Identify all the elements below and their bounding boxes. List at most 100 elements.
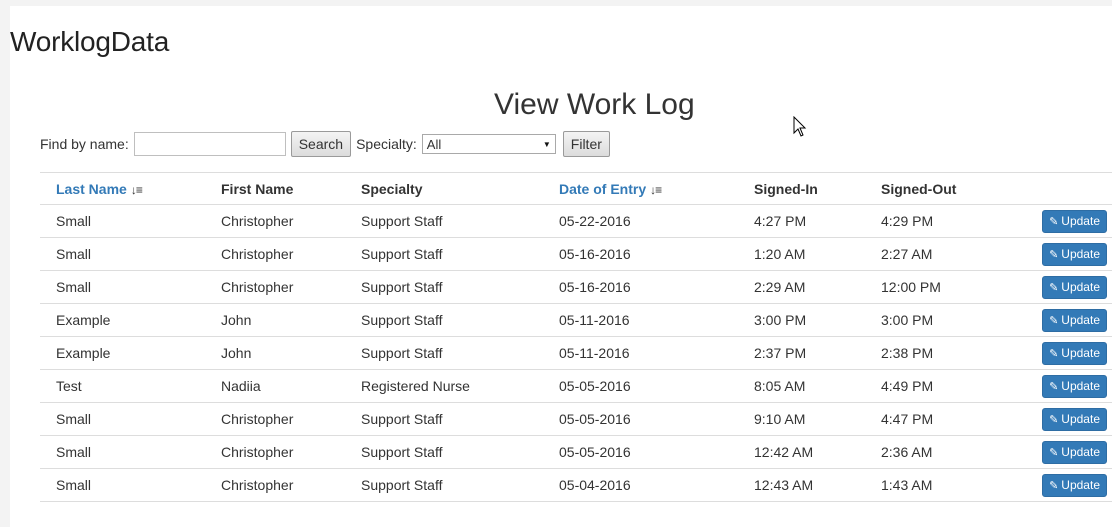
update-label: Update: [1061, 346, 1100, 360]
cell-specialty: Support Staff: [345, 303, 543, 337]
cell-first-name: John: [205, 336, 345, 370]
cell-specialty: Support Staff: [345, 336, 543, 370]
update-label: Update: [1061, 478, 1100, 492]
cell-actions: ✎ Update: [1005, 402, 1112, 436]
pencil-icon: ✎: [1049, 413, 1059, 426]
cell-last-name: Small: [40, 204, 205, 238]
cell-actions: ✎ Update: [1005, 336, 1112, 370]
cell-signed-out: 4:49 PM: [865, 369, 1005, 403]
pencil-icon: ✎: [1049, 380, 1059, 393]
table-row: Example John Support Staff 05-11-2016 3:00 P…: [40, 303, 1112, 337]
cell-first-name: Christopher: [205, 204, 345, 238]
update-label: Update: [1061, 379, 1100, 393]
cell-signed-in: 3:00 PM: [738, 303, 865, 337]
pencil-icon: ✎: [1049, 479, 1059, 492]
brand-title[interactable]: WorklogData: [10, 26, 169, 58]
cell-signed-in: 8:05 AM: [738, 369, 865, 403]
cell-first-name: Christopher: [205, 270, 345, 304]
sort-descending-icon: ↓≡: [650, 182, 662, 197]
cell-actions: ✎ Update: [1005, 369, 1112, 403]
table-header-row: Last Name ↓≡ First Name Specialty Date of…: [40, 172, 1112, 205]
cell-first-name: Christopher: [205, 402, 345, 436]
cell-actions: ✎ Update: [1005, 303, 1112, 337]
pencil-icon: ✎: [1049, 281, 1059, 294]
table-row: Small Christopher Support Staff 05-16-2016 2…: [40, 270, 1112, 304]
column-header-signed-out: Signed-Out: [865, 172, 1005, 205]
cell-signed-out: 12:00 PM: [865, 270, 1005, 304]
table-row: Example John Support Staff 05-11-2016 2:37 P…: [40, 336, 1112, 370]
table-row: Small Christopher Support Staff 05-05-2016 9…: [40, 402, 1112, 436]
cell-date: 05-05-2016: [543, 402, 738, 436]
pencil-icon: ✎: [1049, 248, 1059, 261]
sort-descending-icon: ↓≡: [130, 182, 143, 197]
cell-first-name: Christopher: [205, 435, 345, 469]
update-label: Update: [1061, 412, 1100, 426]
cell-signed-in: 2:37 PM: [738, 336, 865, 370]
cell-last-name: Small: [40, 468, 205, 502]
filter-bar: Find by name: Search Specialty: All ▼ Fi…: [40, 131, 615, 157]
update-button[interactable]: ✎ Update: [1042, 275, 1107, 299]
cell-specialty: Support Staff: [345, 237, 543, 271]
update-button[interactable]: ✎ Update: [1042, 473, 1107, 497]
cell-signed-out: 4:29 PM: [865, 204, 1005, 238]
cell-signed-out: 2:27 AM: [865, 237, 1005, 271]
cell-signed-in: 2:29 AM: [738, 270, 865, 304]
cell-date: 05-16-2016: [543, 270, 738, 304]
table-row: Small Christopher Support Staff 05-05-2016 1…: [40, 435, 1112, 469]
cell-date: 05-05-2016: [543, 369, 738, 403]
column-header-first-name: First Name: [205, 172, 345, 205]
cell-specialty: Support Staff: [345, 468, 543, 502]
update-button[interactable]: ✎ Update: [1042, 440, 1107, 464]
update-button[interactable]: ✎ Update: [1042, 209, 1107, 233]
specialty-label: Specialty:: [356, 136, 417, 152]
cell-last-name: Small: [40, 237, 205, 271]
cell-first-name: Nadiia: [205, 369, 345, 403]
cell-date: 05-22-2016: [543, 204, 738, 238]
page-container: WorklogData View Work Log Find by name: …: [10, 6, 1112, 527]
cell-signed-in: 1:20 AM: [738, 237, 865, 271]
filter-button[interactable]: Filter: [562, 131, 610, 157]
specialty-select[interactable]: All ▼: [421, 134, 556, 154]
column-header-specialty: Specialty: [345, 172, 543, 205]
update-button[interactable]: ✎ Update: [1042, 341, 1107, 365]
pencil-icon: ✎: [1049, 215, 1059, 228]
cell-date: 05-11-2016: [543, 336, 738, 370]
cell-signed-out: 2:36 AM: [865, 435, 1005, 469]
name-search-input[interactable]: [133, 132, 286, 156]
cell-last-name: Test: [40, 369, 205, 403]
cell-date: 05-11-2016: [543, 303, 738, 337]
cell-last-name: Example: [40, 303, 205, 337]
update-label: Update: [1061, 247, 1100, 261]
specialty-selected-value: All: [426, 136, 442, 152]
worklog-table: Last Name ↓≡ First Name Specialty Date of…: [40, 172, 1112, 502]
find-by-name-label: Find by name:: [40, 136, 129, 152]
cell-last-name: Small: [40, 435, 205, 469]
update-label: Update: [1061, 445, 1100, 459]
cell-last-name: Small: [40, 270, 205, 304]
cell-specialty: Support Staff: [345, 435, 543, 469]
update-button[interactable]: ✎ Update: [1042, 242, 1107, 266]
update-button[interactable]: ✎ Update: [1042, 407, 1107, 431]
cell-actions: ✎ Update: [1005, 435, 1112, 469]
cell-actions: ✎ Update: [1005, 468, 1112, 502]
update-button[interactable]: ✎ Update: [1042, 308, 1107, 332]
cell-signed-out: 3:00 PM: [865, 303, 1005, 337]
cell-specialty: Support Staff: [345, 402, 543, 436]
search-button[interactable]: Search: [290, 131, 352, 157]
column-header-last-name[interactable]: Last Name ↓≡: [40, 172, 205, 205]
pencil-icon: ✎: [1049, 446, 1059, 459]
cell-specialty: Registered Nurse: [345, 369, 543, 403]
cell-date: 05-04-2016: [543, 468, 738, 502]
cell-first-name: Christopher: [205, 237, 345, 271]
cell-signed-out: 2:38 PM: [865, 336, 1005, 370]
cell-signed-in: 12:43 AM: [738, 468, 865, 502]
cell-actions: ✎ Update: [1005, 237, 1112, 271]
update-label: Update: [1061, 280, 1100, 294]
column-header-actions: [1005, 172, 1112, 205]
column-header-date[interactable]: Date of Entry ↓≡: [543, 172, 738, 205]
table-row: Small Christopher Support Staff 05-22-2016 4…: [40, 204, 1112, 238]
mouse-cursor-icon: [793, 116, 807, 137]
cell-date: 05-05-2016: [543, 435, 738, 469]
update-button[interactable]: ✎ Update: [1042, 374, 1107, 398]
cell-first-name: John: [205, 303, 345, 337]
